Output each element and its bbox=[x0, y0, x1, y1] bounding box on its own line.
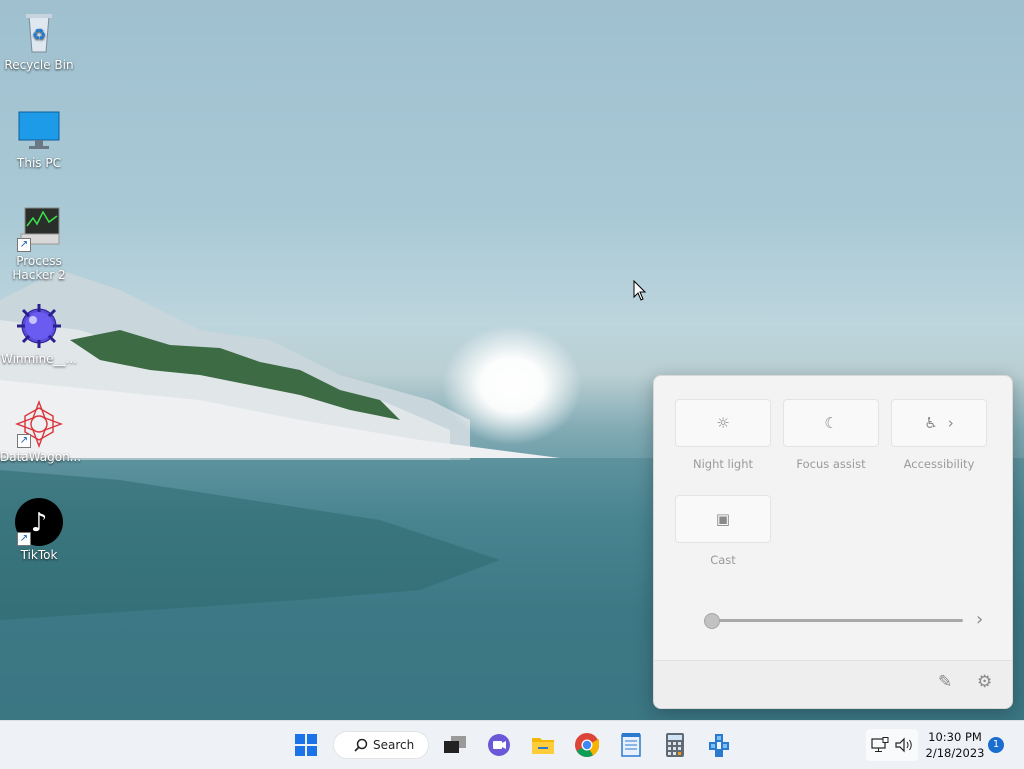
windows-logo-icon bbox=[295, 734, 317, 756]
desktop-icon-datawagon[interactable]: ↗ DataWagon... bbox=[0, 400, 82, 464]
svg-text:♪: ♪ bbox=[31, 508, 48, 538]
network-icon bbox=[871, 737, 889, 752]
tiktok-icon: ♪ ↗ bbox=[15, 498, 63, 546]
chevron-right-icon: › bbox=[947, 414, 954, 432]
desktop-icon-this-pc[interactable]: This PC bbox=[0, 106, 78, 170]
quick-settings-panel: ☼ Night light ☾ Focus assist ♿ › Accessi… bbox=[653, 375, 1013, 709]
notepad-button[interactable] bbox=[617, 731, 645, 759]
start-button[interactable] bbox=[292, 731, 320, 759]
clock-date: 2/18/2023 bbox=[925, 746, 985, 760]
tile-focus-assist[interactable]: ☾ Focus assist bbox=[783, 399, 879, 471]
chrome-icon bbox=[575, 733, 599, 758]
search-button[interactable]: Search bbox=[333, 731, 429, 759]
volume-icon bbox=[895, 737, 912, 753]
taskbar: Search 10:30 PM 2/18/2023 1 bbox=[0, 720, 1024, 769]
shortcut-arrow-icon: ↗ bbox=[17, 532, 31, 546]
moon-icon: ☾ bbox=[824, 414, 838, 432]
mouse-cursor-icon bbox=[633, 280, 647, 301]
minesweeper-icon bbox=[15, 302, 63, 350]
calculator-button[interactable] bbox=[661, 731, 689, 759]
desktop-icon-process-hacker[interactable]: ↗ Process Hacker 2 bbox=[0, 204, 78, 282]
app-button[interactable] bbox=[705, 731, 733, 759]
brightness-more-chevron-icon[interactable]: › bbox=[976, 609, 983, 630]
file-explorer-button[interactable] bbox=[529, 731, 557, 759]
brightness-slider-track[interactable] bbox=[711, 619, 963, 622]
tile-cast[interactable]: ▣ Cast bbox=[675, 495, 771, 567]
chrome-button[interactable] bbox=[573, 731, 601, 759]
search-icon bbox=[354, 738, 368, 752]
accessibility-button[interactable]: ♿ › bbox=[891, 399, 987, 447]
quick-settings-footer: ✎ ⚙ bbox=[654, 660, 1012, 708]
night-light-button[interactable]: ☼ bbox=[675, 399, 771, 447]
process-hacker-icon: ↗ bbox=[15, 204, 63, 252]
tile-label: Focus assist bbox=[796, 457, 866, 471]
folder-icon bbox=[532, 738, 554, 754]
tile-label: Cast bbox=[710, 553, 736, 567]
cast-icon: ▣ bbox=[715, 510, 731, 528]
monitor-icon bbox=[15, 106, 63, 154]
desktop-icon-label: DataWagon... bbox=[0, 450, 82, 464]
desktop-icon-label: This PC bbox=[17, 156, 61, 170]
clock-time: 10:30 PM bbox=[928, 730, 982, 744]
chat-icon bbox=[488, 734, 510, 756]
task-view-button[interactable] bbox=[441, 731, 469, 759]
cast-button[interactable]: ▣ bbox=[675, 495, 771, 543]
notification-badge[interactable]: 1 bbox=[988, 737, 1004, 753]
cubes-app-icon bbox=[709, 734, 729, 757]
teams-chat-button[interactable] bbox=[485, 731, 513, 759]
svg-text:♻: ♻ bbox=[32, 25, 46, 44]
desktop-icon-recycle-bin[interactable]: ♻ Recycle Bin bbox=[0, 8, 78, 72]
focus-assist-button[interactable]: ☾ bbox=[783, 399, 879, 447]
datawagon-icon: ↗ bbox=[15, 400, 63, 448]
tile-label: Accessibility bbox=[903, 457, 975, 471]
calculator-icon bbox=[666, 733, 684, 757]
shortcut-arrow-icon: ↗ bbox=[17, 434, 31, 448]
recycle-bin-icon: ♻ bbox=[15, 8, 63, 56]
accessibility-icon: ♿ bbox=[924, 414, 938, 432]
system-tray-network-volume[interactable] bbox=[866, 729, 918, 761]
brightness-icon: ☼ bbox=[716, 414, 730, 432]
clock[interactable]: 10:30 PM 2/18/2023 bbox=[922, 729, 988, 761]
tile-accessibility[interactable]: ♿ › Accessibility bbox=[891, 399, 987, 471]
desktop-icon-label: Process Hacker 2 bbox=[12, 254, 66, 282]
edit-pencil-icon[interactable]: ✎ bbox=[938, 672, 952, 692]
notepad-icon bbox=[621, 733, 641, 757]
desktop: ♻ Recycle Bin This PC ↗ Process Hacker 2… bbox=[0, 0, 1024, 720]
shortcut-arrow-icon: ↗ bbox=[17, 238, 31, 252]
settings-gear-icon[interactable]: ⚙ bbox=[977, 672, 992, 692]
desktop-icon-winmine[interactable]: Winmine__... bbox=[0, 302, 78, 366]
desktop-icon-label: TikTok bbox=[20, 548, 58, 562]
desktop-icon-label: Winmine__... bbox=[1, 352, 77, 366]
search-label: Search bbox=[373, 738, 415, 752]
tile-night-light[interactable]: ☼ Night light bbox=[675, 399, 771, 471]
tile-label: Night light bbox=[692, 457, 754, 471]
desktop-icon-tiktok[interactable]: ♪ ↗ TikTok bbox=[0, 498, 78, 562]
brightness-slider-thumb[interactable] bbox=[704, 613, 720, 629]
task-view-icon bbox=[444, 736, 466, 753]
desktop-icon-label: Recycle Bin bbox=[4, 58, 74, 72]
